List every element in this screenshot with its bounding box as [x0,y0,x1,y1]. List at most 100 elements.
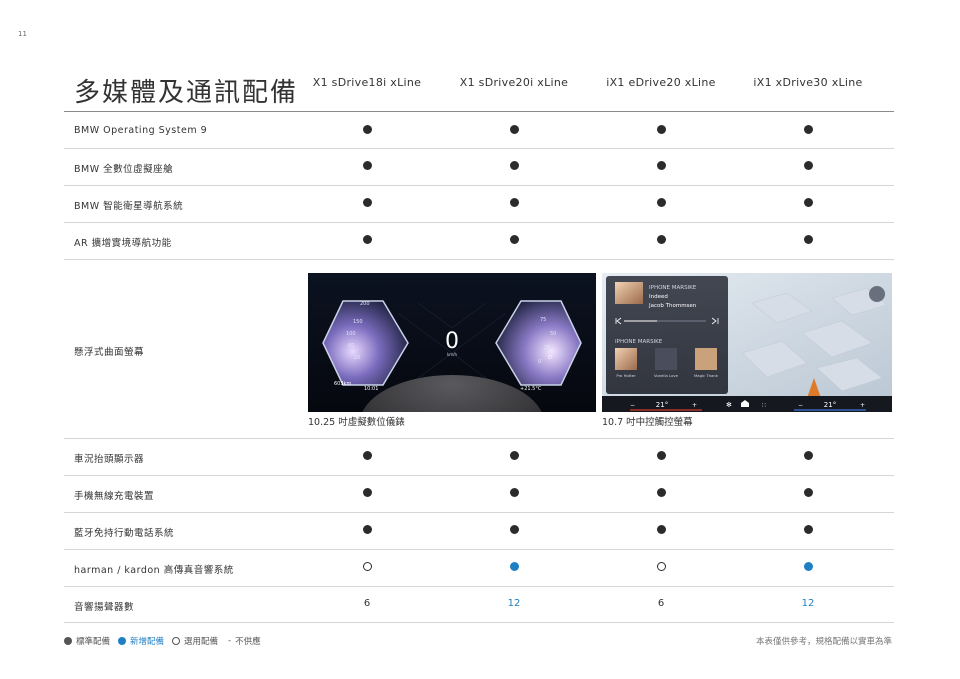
standard-dot [656,525,666,534]
tile-label: Vonella Love [654,373,679,378]
column-header-ix1-edrive20: iX1 eDrive20 xLine [606,76,716,89]
table-cell [347,488,387,500]
standard-dot [656,198,666,207]
table-cell [494,198,534,210]
table-cell [788,525,828,537]
standard-dot [509,161,519,170]
now-playing-source: IPHONE MARSIKE [649,285,697,291]
standard-dot [803,198,813,207]
legend-optional-label: 選用配備 [184,637,219,647]
tile-label: Pro Hotter [616,373,636,378]
row-divider [64,549,894,550]
standard-dot [362,235,372,244]
speaker-count: 12 [801,598,815,609]
standard-dot [803,488,813,497]
table-cell [347,562,387,574]
row-label: 音響揚聲器數 [74,602,135,613]
row-divider [64,185,894,186]
table-cell [641,161,681,173]
column-header-x1-sdrive18i: X1 sDrive18i xLine [312,76,422,89]
gauge-tick: 200 [360,301,370,307]
temp-minus-right[interactable]: − [798,402,803,409]
speaker-count: 6 [657,598,665,609]
table-cell [494,235,534,247]
table-cell [788,562,828,574]
table-cell [494,125,534,137]
table-cell [347,125,387,137]
standard-dot [362,198,372,207]
digital-cluster-image: 200 150 100 60 20 75 50 25 0 0 km/h 603k… [308,273,596,412]
standard-dot [803,451,813,460]
compass-button-icon[interactable] [869,286,885,302]
column-header-x1-sdrive20i: X1 sDrive20i xLine [459,76,569,89]
table-cell [494,161,534,173]
table-cell [494,562,534,574]
temp-plus-right[interactable]: + [860,402,865,409]
temp-minus-left[interactable]: − [630,402,635,409]
temperature-readout: +21.5°C [520,386,542,392]
new-equipment-dot [803,562,813,571]
gauge-tick: 100 [346,331,356,337]
clock-readout: 10:01 [364,386,378,392]
table-cell [347,451,387,463]
table-cell [788,125,828,137]
standard-dot [509,488,519,497]
gauge-tick: 0 [538,359,541,365]
standard-dot [803,235,813,244]
table-cell [494,525,534,537]
row-label: AR 擴增實境導航功能 [74,238,172,249]
standard-dot [803,125,813,134]
standard-dot [362,488,372,497]
standard-dot [509,125,519,134]
gear-readout: D [548,355,552,361]
column-header-ix1-xdrive30: iX1 xDrive30 xLine [753,76,863,89]
apps-grid-icon[interactable]: ∷ [762,402,766,409]
infotainment-display-image: IPHONE MARSIKE Indeed Jacob Thommsen IPH… [602,273,892,412]
table-cell [788,235,828,247]
table-cell [347,198,387,210]
temp-plus-left[interactable]: + [692,402,697,409]
legend-new-label: 新增配備 [130,637,165,647]
standard-dot [362,125,372,134]
row-label: BMW 全數位虛擬座艙 [74,164,174,175]
page-number: 11 [18,30,27,38]
speaker-count: 6 [363,598,371,609]
table-cell [347,161,387,173]
standard-dot [803,161,813,170]
temp-right-readout: 21° [824,401,836,409]
row-divider [64,222,894,223]
legend-optional-dot [172,637,181,645]
legend-standard-label: 標準配備 [76,637,111,647]
standard-dot [656,488,666,497]
gauge-tick: 150 [353,319,363,325]
display-caption: 10.7 吋中控觸控螢幕 [602,417,693,428]
fan-icon[interactable]: ✻ [726,401,732,409]
playlist-source: IPHONE MARSIKE [615,339,663,345]
row-divider [64,148,894,149]
row-label: 車況抬頭顯示器 [74,454,145,465]
row-label: 手機無線充電裝置 [74,491,155,502]
row-divider [64,259,894,260]
table-cell [788,451,828,463]
table-cell [788,488,828,500]
table-cell [641,125,681,137]
row-label: harman / kardon 高傳真音響系統 [74,565,234,576]
speaker-count: 12 [507,598,521,609]
standard-dot [362,451,372,460]
standard-dot [509,235,519,244]
page-title: 多媒體及通訊配備 [74,78,299,108]
standard-dot [803,525,813,534]
optional-dot [362,562,372,571]
row-label-curved-display: 懸浮式曲面螢幕 [74,347,145,358]
standard-dot [656,161,666,170]
table-cell [641,451,681,463]
cluster-caption: 10.25 吋虛擬數位儀錶 [308,417,405,428]
gauge-tick: 50 [550,331,556,337]
standard-dot [509,451,519,460]
standard-dot [656,235,666,244]
table-cell [347,525,387,537]
row-divider [64,512,894,513]
range-readout: 603km [334,381,351,387]
legend-standard-dot [64,637,72,645]
table-cell [788,161,828,173]
